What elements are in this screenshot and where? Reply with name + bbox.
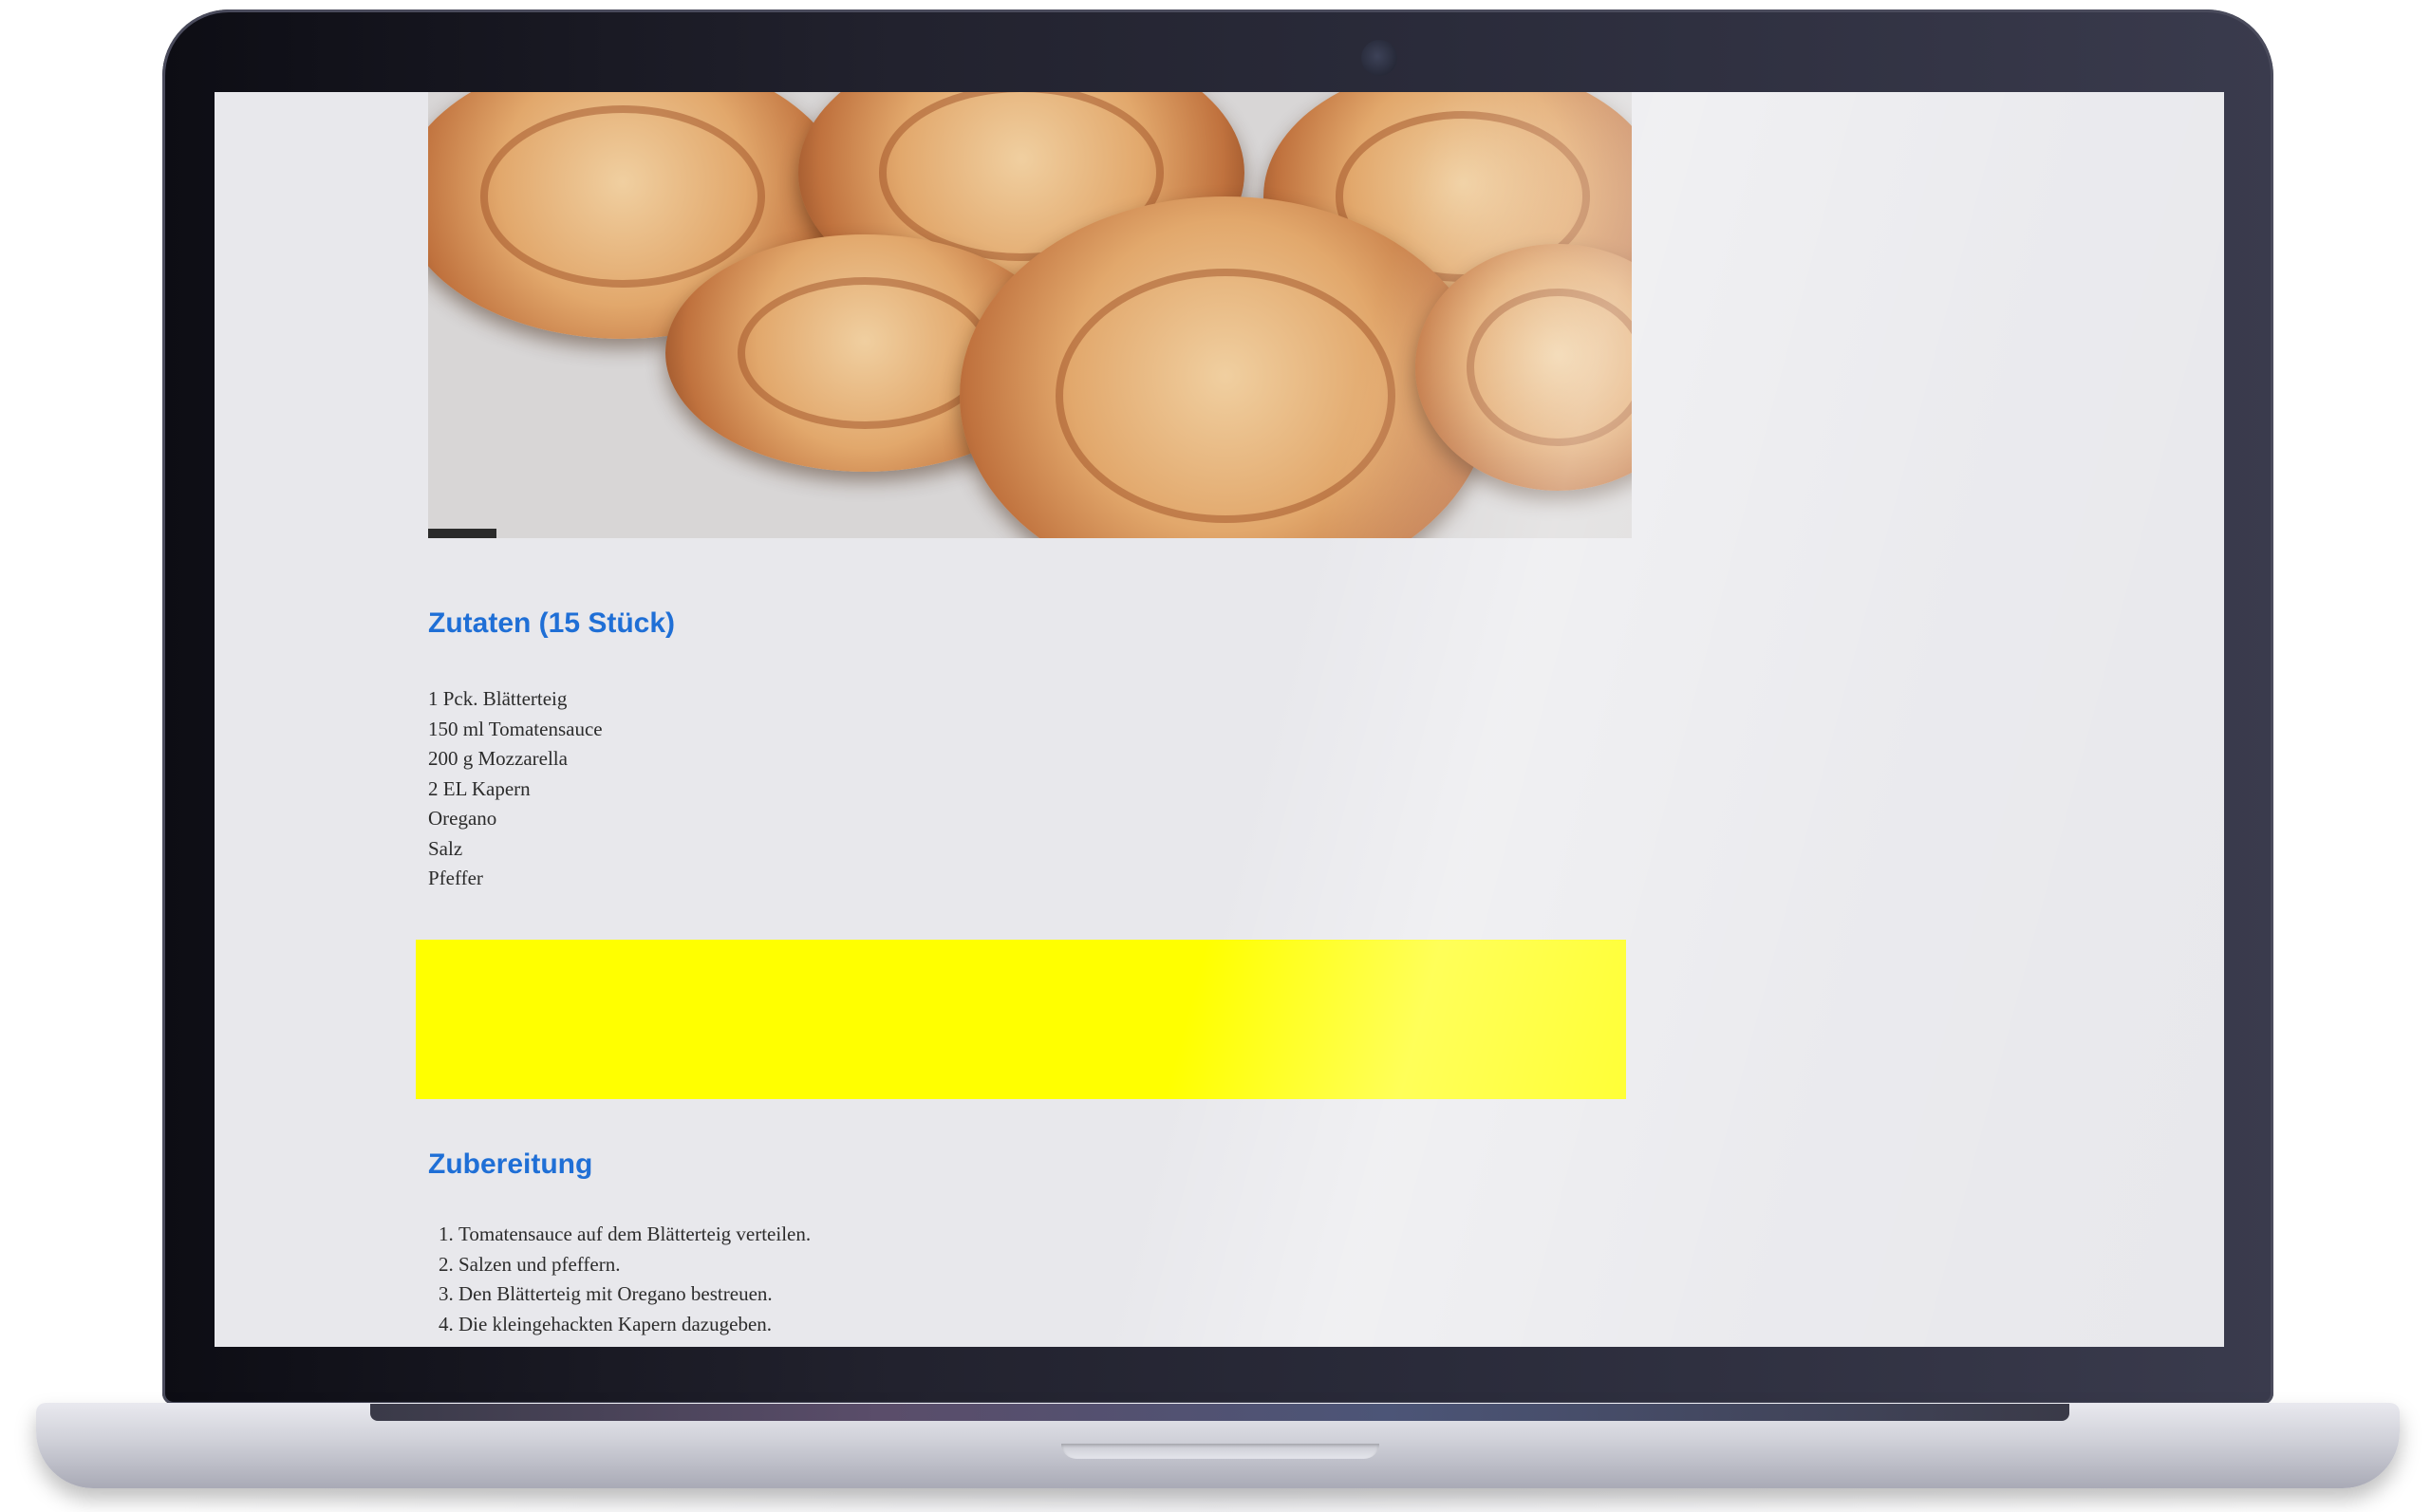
ingredients-heading: Zutaten (15 Stück) — [428, 607, 676, 639]
device-mockup: Zutaten (15 Stück) 1 Pck. Blätterteig 15… — [0, 0, 2431, 1512]
preparation-heading: Zubereitung — [428, 1148, 593, 1180]
browser-viewport[interactable]: Zutaten (15 Stück) 1 Pck. Blätterteig 15… — [215, 92, 2224, 1347]
ingredient-item: 2 EL Kapern — [428, 776, 531, 800]
step-item: Den Blätterteig mit Oregano bestreuen. — [458, 1279, 811, 1310]
step-item: Tomatensauce auf dem Blätterteig verteil… — [458, 1220, 811, 1250]
ingredient-item: Pfeffer — [428, 867, 483, 889]
webcam-icon — [1361, 40, 1397, 76]
step-item: Salzen und pfeffern. — [458, 1250, 811, 1280]
ingredient-item: 150 ml Tomatensauce — [428, 717, 603, 740]
preparation-steps-list: Tomatensauce auf dem Blätterteig verteil… — [428, 1220, 811, 1339]
ingredient-item: Salz — [428, 836, 463, 860]
ingredients-list: 1 Pck. Blätterteig 150 ml Tomatensauce 2… — [428, 684, 603, 894]
image-caption-bar — [428, 529, 496, 538]
ingredient-item: Oregano — [428, 807, 497, 830]
ingredient-item: 1 Pck. Blätterteig — [428, 687, 568, 710]
ingredient-item: 200 g Mozzarella — [428, 747, 568, 770]
ad-banner-placeholder[interactable] — [416, 940, 1626, 1099]
step-item: Die kleingehackten Kapern dazugeben. — [458, 1310, 811, 1340]
keyboard-edge — [370, 1404, 2069, 1421]
recipe-hero-image — [428, 92, 1632, 538]
lid-opening-notch — [1061, 1444, 1379, 1459]
